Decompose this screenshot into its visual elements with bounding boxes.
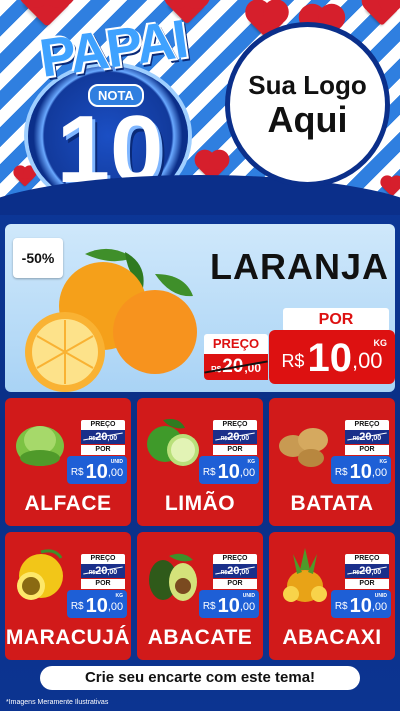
- papai-nota-10-badge: PAPAI NOTA 10: [10, 9, 210, 208]
- price-unit: KG: [247, 459, 256, 465]
- logo-placeholder: Sua Logo Aqui: [225, 22, 390, 187]
- new-price-label: POR: [213, 445, 257, 455]
- old-price-label: PREÇO: [345, 420, 389, 430]
- old-price-dec: ,00: [107, 569, 118, 576]
- product-card: PREÇOR$20,00PORUNIDR$10,00ABACAXI: [269, 532, 395, 660]
- lettuce-icon: [16, 426, 64, 466]
- product-card: PREÇOR$20,00PORKGR$10,00BATATA: [269, 398, 395, 526]
- new-price-currency: R$: [70, 467, 84, 478]
- old-price-dec: ,00: [371, 569, 382, 576]
- product-name: LIMÃO: [164, 492, 236, 515]
- old-price-label: PREÇO: [81, 554, 125, 564]
- new-price-label: POR: [213, 579, 257, 589]
- old-price-label: PREÇO: [204, 334, 268, 354]
- product-card: PREÇOR$20,00PORKGR$10,00MARACUJÁ: [5, 532, 131, 660]
- heart-icon: [382, 177, 400, 197]
- potato-icon: [279, 428, 328, 467]
- pineapple-icon: [283, 548, 327, 602]
- new-price-int: 10: [349, 595, 372, 617]
- new-price-int: 10: [85, 461, 108, 483]
- passion-fruit-icon: [17, 549, 63, 600]
- lime-icon: [147, 419, 199, 466]
- old-price-label: PREÇO: [213, 420, 257, 430]
- new-price-int: 10: [307, 336, 352, 380]
- disclaimer-note: *Imagens Meramente Ilustrativas: [6, 699, 109, 706]
- featured-offer-card: -50% LARANJA PREÇO R$ 20 ,00 POR KG R$ 1…: [5, 224, 395, 392]
- logo-line1: Sua Logo: [248, 70, 367, 101]
- old-price-dec: ,00: [239, 435, 250, 442]
- new-price-int: 10: [217, 595, 240, 617]
- new-price-currency: R$: [281, 351, 305, 371]
- old-price-dec: ,00: [239, 569, 250, 576]
- product-name: MARACUJÁ: [5, 626, 131, 649]
- price-unit: KG: [379, 459, 388, 465]
- logo-line2: Aqui: [267, 99, 348, 141]
- old-price-label: PREÇO: [345, 554, 389, 564]
- new-price: KG R$ 10,00: [67, 590, 127, 618]
- heart-icon: [365, 0, 399, 26]
- new-price-dec: ,00: [107, 467, 124, 479]
- product-card: PREÇOR$20,00PORUNIDR$10,00ALFACE: [5, 398, 131, 526]
- badge-word: PAPAI: [36, 9, 190, 89]
- price-unit: UNID: [110, 459, 123, 465]
- new-price-currency: R$: [334, 601, 348, 612]
- featured-product-name: LARANJA: [210, 246, 390, 287]
- new-price-currency: R$: [334, 467, 348, 478]
- old-price-label: PREÇO: [81, 420, 125, 430]
- new-price-label: POR: [345, 579, 389, 589]
- price-unit: KG: [115, 593, 124, 599]
- new-price-int: 10: [217, 461, 240, 483]
- new-price-dec: ,00: [351, 348, 383, 373]
- new-price-int: 10: [85, 595, 108, 617]
- new-price-int: 10: [349, 461, 372, 483]
- new-price-dec: ,00: [239, 467, 256, 479]
- new-price-currency: R$: [70, 601, 84, 612]
- new-price-dec: ,00: [239, 601, 256, 613]
- discount-badge: -50%: [13, 238, 63, 278]
- new-price: KG R$ 10 ,00: [269, 330, 395, 384]
- product-grid: PREÇOR$20,00PORUNIDR$10,00ALFACEPREÇOR$2…: [5, 398, 395, 660]
- new-price-label: POR: [345, 445, 389, 455]
- product-name: ABACATE: [147, 626, 253, 649]
- new-price-label: POR: [81, 579, 125, 589]
- old-price-label: PREÇO: [213, 554, 257, 564]
- cta-banner: Crie seu encarte com este tema!: [40, 666, 360, 690]
- avocado-icon: [149, 553, 197, 601]
- new-price: KG R$ 10,00: [331, 456, 391, 484]
- product-name: ABACAXI: [282, 626, 382, 649]
- new-price: KG R$ 10,00: [199, 456, 259, 484]
- old-price-dec: ,00: [107, 435, 118, 442]
- product-card: PREÇOR$20,00PORKGR$10,00LIMÃO: [137, 398, 263, 526]
- price-unit: UNID: [374, 593, 387, 599]
- product-name: BATATA: [290, 492, 374, 515]
- price-unit: UNID: [242, 593, 255, 599]
- price-unit: KG: [373, 338, 388, 348]
- new-price-label: POR: [283, 308, 389, 332]
- header-banner: PAPAI NOTA 10 Sua Logo Aqui: [0, 0, 400, 215]
- badge-number: 10: [56, 96, 164, 203]
- flyer-page: PAPAI NOTA 10 Sua Logo Aqui -50% LARANJA: [0, 0, 400, 711]
- new-price-label: POR: [81, 445, 125, 455]
- new-price-dec: ,00: [371, 467, 388, 479]
- new-price-currency: R$: [202, 601, 216, 612]
- new-price-dec: ,00: [371, 601, 388, 613]
- old-price-dec: ,00: [371, 435, 382, 442]
- product-name: ALFACE: [24, 492, 112, 515]
- new-price-currency: R$: [202, 467, 216, 478]
- product-card: PREÇOR$20,00PORUNIDR$10,00ABACATE: [137, 532, 263, 660]
- new-price: UNID R$ 10,00: [67, 456, 127, 484]
- new-price: UNID R$ 10,00: [199, 590, 259, 618]
- new-price: UNID R$ 10,00: [331, 590, 391, 618]
- new-price-dec: ,00: [107, 601, 124, 613]
